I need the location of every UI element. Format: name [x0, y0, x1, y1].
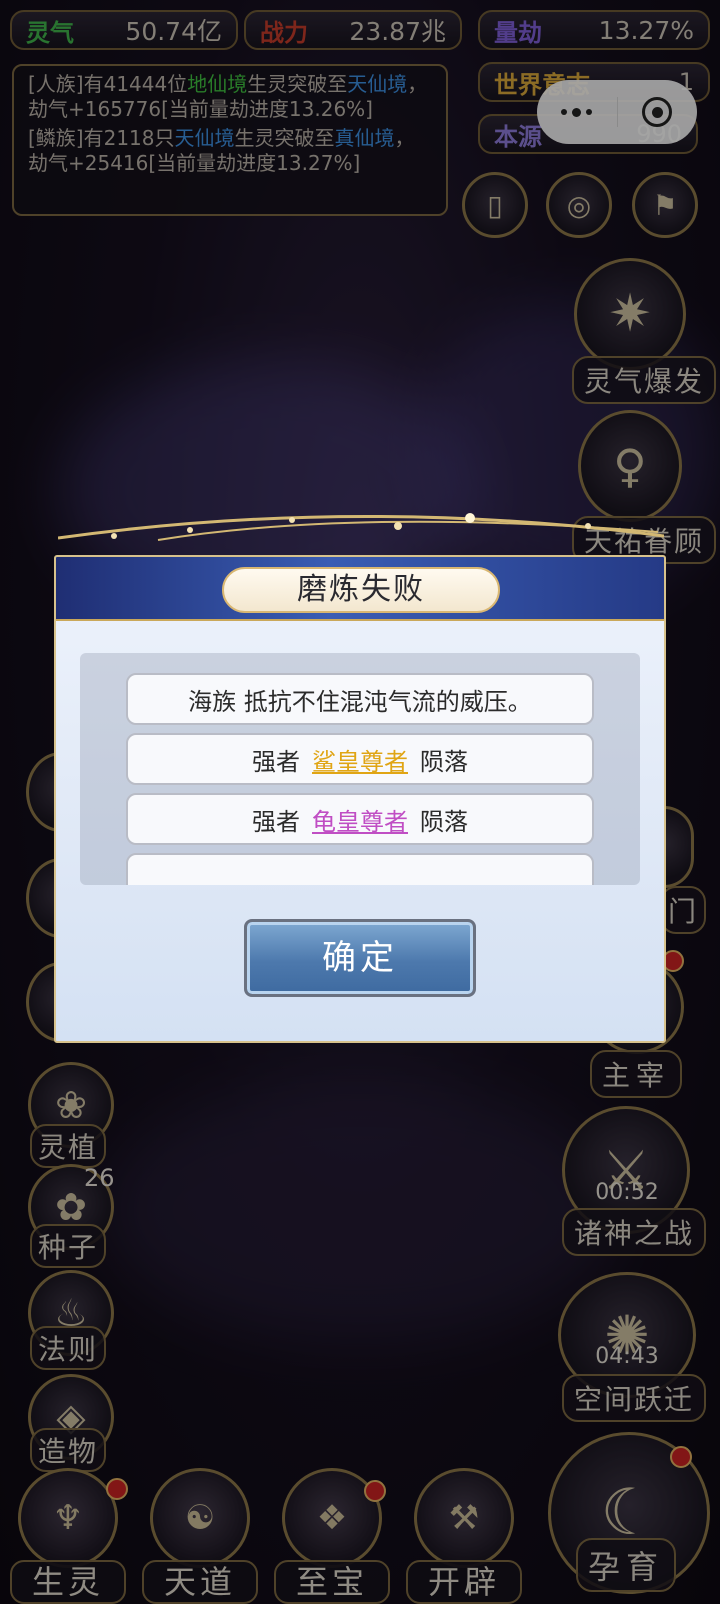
hero-name-link[interactable]: 鲨皇尊者	[312, 742, 408, 777]
hero-name-link[interactable]: 龟皇尊者	[312, 802, 408, 837]
list-item: 海族 抵抗不住混沌气流的威压。	[126, 673, 594, 725]
dialog-header: 磨炼失败	[56, 557, 664, 621]
result-dialog: 磨炼失败 海族 抵抗不住混沌气流的威压。 强者 鲨皇尊者 陨落 强者 龟皇尊者 …	[54, 555, 666, 1043]
result-text: 海族 抵抗不住混沌气流的威压。	[188, 687, 532, 716]
dialog-title: 磨炼失败	[222, 567, 500, 613]
result-list[interactable]: 海族 抵抗不住混沌气流的威压。 强者 鲨皇尊者 陨落 强者 龟皇尊者 陨落	[80, 653, 640, 885]
confirm-button[interactable]: 确定	[244, 919, 476, 997]
list-item: 强者 龟皇尊者 陨落	[126, 793, 594, 845]
row-suffix: 陨落	[420, 807, 468, 836]
row-suffix: 陨落	[420, 747, 468, 776]
row-prefix: 强者	[252, 747, 300, 776]
row-prefix: 强者	[252, 807, 300, 836]
list-item: 强者 鲨皇尊者 陨落	[126, 733, 594, 785]
list-item-partial	[126, 853, 594, 885]
